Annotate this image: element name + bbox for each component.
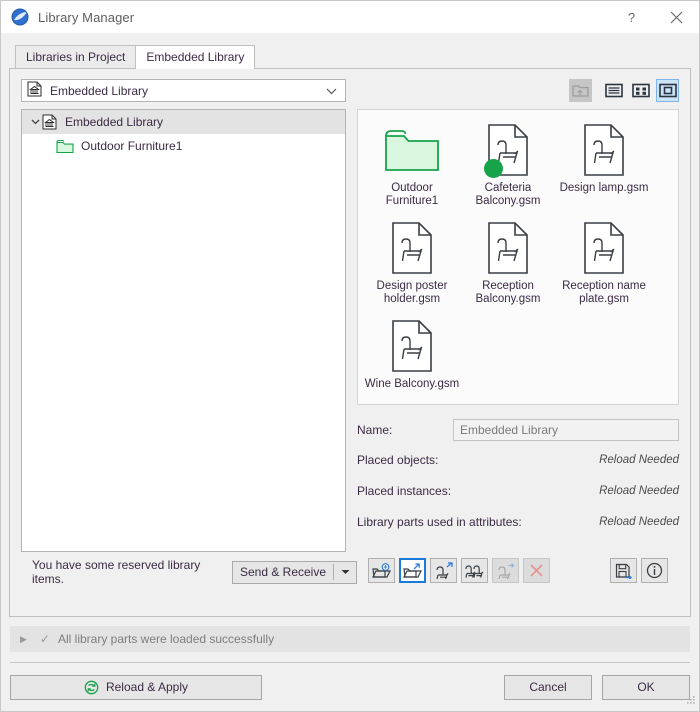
grid-item-label: Reception name plate.gsm: [562, 280, 646, 305]
detail-row-placed-objects: Placed objects: Reload Needed: [357, 451, 679, 468]
placed-instances-label: Placed instances:: [357, 483, 452, 498]
placed-instances-value: Reload Needed: [599, 484, 679, 497]
detail-row-parts-in-attributes: Library parts used in attributes: Reload…: [357, 513, 679, 530]
tree-item-label: Embedded Library: [65, 115, 164, 129]
details-view-button[interactable]: [629, 79, 652, 102]
window-controls: ?: [609, 1, 699, 33]
library-select[interactable]: Embedded Library: [21, 79, 346, 102]
duplicate-part-button[interactable]: [430, 558, 457, 583]
reload-and-apply-label: Reload & Apply: [105, 680, 189, 694]
resize-grip[interactable]: [685, 694, 696, 708]
help-button[interactable]: ?: [609, 1, 654, 33]
status-bar[interactable]: ▶ ✓ All library parts were loaded succes…: [10, 626, 690, 652]
library-actions-toolbar: [368, 552, 668, 583]
name-field[interactable]: Embedded Library: [453, 419, 679, 441]
grid-item-cafeteria-balcony[interactable]: Cafeteria Balcony.gsm: [460, 119, 556, 217]
tree-item-outdoor-furniture1[interactable]: Outdoor Furniture1: [22, 134, 345, 158]
grid-item-label: Wine Balcony.gsm: [364, 378, 460, 390]
send-receive-button[interactable]: Send & Receive: [232, 560, 357, 584]
gsm-part-icon: [581, 119, 627, 181]
close-icon[interactable]: [654, 1, 699, 33]
reserved-area: You have some reserved library items. Se…: [32, 552, 357, 586]
gsm-part-icon: [581, 217, 627, 279]
tab-strip: Libraries in Project Embedded Library: [1, 45, 699, 69]
chevron-down-icon: [326, 84, 337, 98]
panel-columns: Embedded Library Embedded Library Outdoo…: [21, 79, 679, 552]
gsm-part-icon: [485, 217, 531, 279]
status-zone: ▶ ✓ All library parts were loaded succes…: [1, 617, 699, 652]
tab-embedded-library[interactable]: Embedded Library: [135, 45, 256, 69]
check-icon: ✓: [39, 632, 50, 646]
save-as-button[interactable]: [610, 558, 637, 583]
dialog-footer: Reload & Apply Cancel OK: [1, 663, 699, 711]
view-mode-toolbar: [357, 79, 679, 102]
tab-libraries-in-project[interactable]: Libraries in Project: [15, 45, 137, 68]
placed-objects-value: Reload Needed: [599, 453, 679, 466]
large-icon-view-button[interactable]: [656, 79, 679, 102]
delete-part-button: [523, 558, 550, 583]
parts-in-attributes-label: Library parts used in attributes:: [357, 514, 522, 529]
gsm-part-icon: [389, 315, 435, 377]
refresh-circle-icon: [84, 680, 99, 695]
grid-item-outdoor-furniture1[interactable]: Outdoor Furniture1: [364, 119, 460, 217]
grid-item-wine-balcony[interactable]: Wine Balcony.gsm: [364, 315, 460, 413]
grid-item-design-lamp[interactable]: Design lamp.gsm: [556, 119, 652, 217]
panel-bottom-band: You have some reserved library items. Se…: [21, 552, 679, 596]
window-title: Library Manager: [38, 9, 135, 25]
tree-item-embedded-library[interactable]: Embedded Library: [22, 110, 345, 134]
name-label: Name:: [357, 423, 393, 437]
chevron-down-icon[interactable]: [28, 119, 42, 125]
cancel-button[interactable]: Cancel: [504, 674, 592, 700]
grid-item-reception-balcony[interactable]: Reception Balcony.gsm: [460, 217, 556, 315]
gsm-part-icon: [484, 119, 531, 181]
add-library-button[interactable]: [368, 558, 395, 583]
triangle-right-icon[interactable]: ▶: [20, 634, 27, 645]
list-view-button[interactable]: [602, 79, 625, 102]
open-library-button[interactable]: [399, 558, 426, 583]
folder-icon: [384, 119, 440, 181]
caret-down-icon[interactable]: [334, 569, 356, 575]
parts-in-attributes-value: Reload Needed: [599, 515, 679, 528]
ok-button[interactable]: OK: [602, 674, 690, 700]
app-globe-icon: [11, 8, 29, 26]
grid-item-label: Outdoor Furniture1: [385, 182, 439, 207]
grid-item-label: Design poster holder.gsm: [376, 280, 448, 305]
status-message: All library parts were loaded successful…: [57, 632, 275, 646]
library-select-value: Embedded Library: [50, 83, 149, 98]
grid-item-label: Design lamp.gsm: [559, 182, 649, 194]
tree-item-label: Outdoor Furniture1: [81, 139, 183, 153]
multiple-parts-button[interactable]: [461, 558, 488, 583]
status-badge-green: [484, 159, 503, 178]
left-column: Embedded Library Embedded Library Outdoo…: [21, 79, 346, 552]
send-receive-label: Send & Receive: [239, 565, 327, 579]
reload-and-apply-button[interactable]: Reload & Apply: [10, 674, 262, 700]
details-section: Name: Embedded Library Placed objects: R…: [357, 419, 679, 544]
grid-item-label: Cafeteria Balcony.gsm: [475, 182, 541, 207]
tab-panel-inner: Embedded Library Embedded Library Outdoo…: [10, 69, 690, 616]
detail-row-placed-instances: Placed instances: Reload Needed: [357, 482, 679, 499]
right-column: Outdoor Furniture1 Cafeteria Balcony.gsm…: [357, 79, 679, 552]
move-part-button: [492, 558, 519, 583]
grid-item-design-poster-holder[interactable]: Design poster holder.gsm: [364, 217, 460, 315]
placed-objects-label: Placed objects:: [357, 452, 439, 467]
library-manager-window: Library Manager ? Libraries in Project E…: [0, 0, 700, 712]
grid-item-label: Reception Balcony.gsm: [475, 280, 541, 305]
info-button[interactable]: [641, 558, 668, 583]
grid-item-reception-name-plate[interactable]: Reception name plate.gsm: [556, 217, 652, 315]
detail-row-name: Name: Embedded Library: [357, 419, 679, 441]
library-items-grid[interactable]: Outdoor Furniture1 Cafeteria Balcony.gsm…: [357, 109, 679, 405]
gsm-part-icon: [389, 217, 435, 279]
reserved-items-text: You have some reserved library items.: [32, 558, 201, 586]
library-bank-icon: [27, 81, 43, 100]
title-bar: Library Manager ?: [1, 1, 699, 33]
library-bank-icon: [42, 114, 58, 130]
up-one-level-button[interactable]: [569, 79, 592, 102]
tab-panel: Embedded Library Embedded Library Outdoo…: [9, 68, 691, 617]
library-tree[interactable]: Embedded Library Outdoor Furniture1: [21, 109, 346, 552]
folder-icon: [56, 139, 74, 154]
